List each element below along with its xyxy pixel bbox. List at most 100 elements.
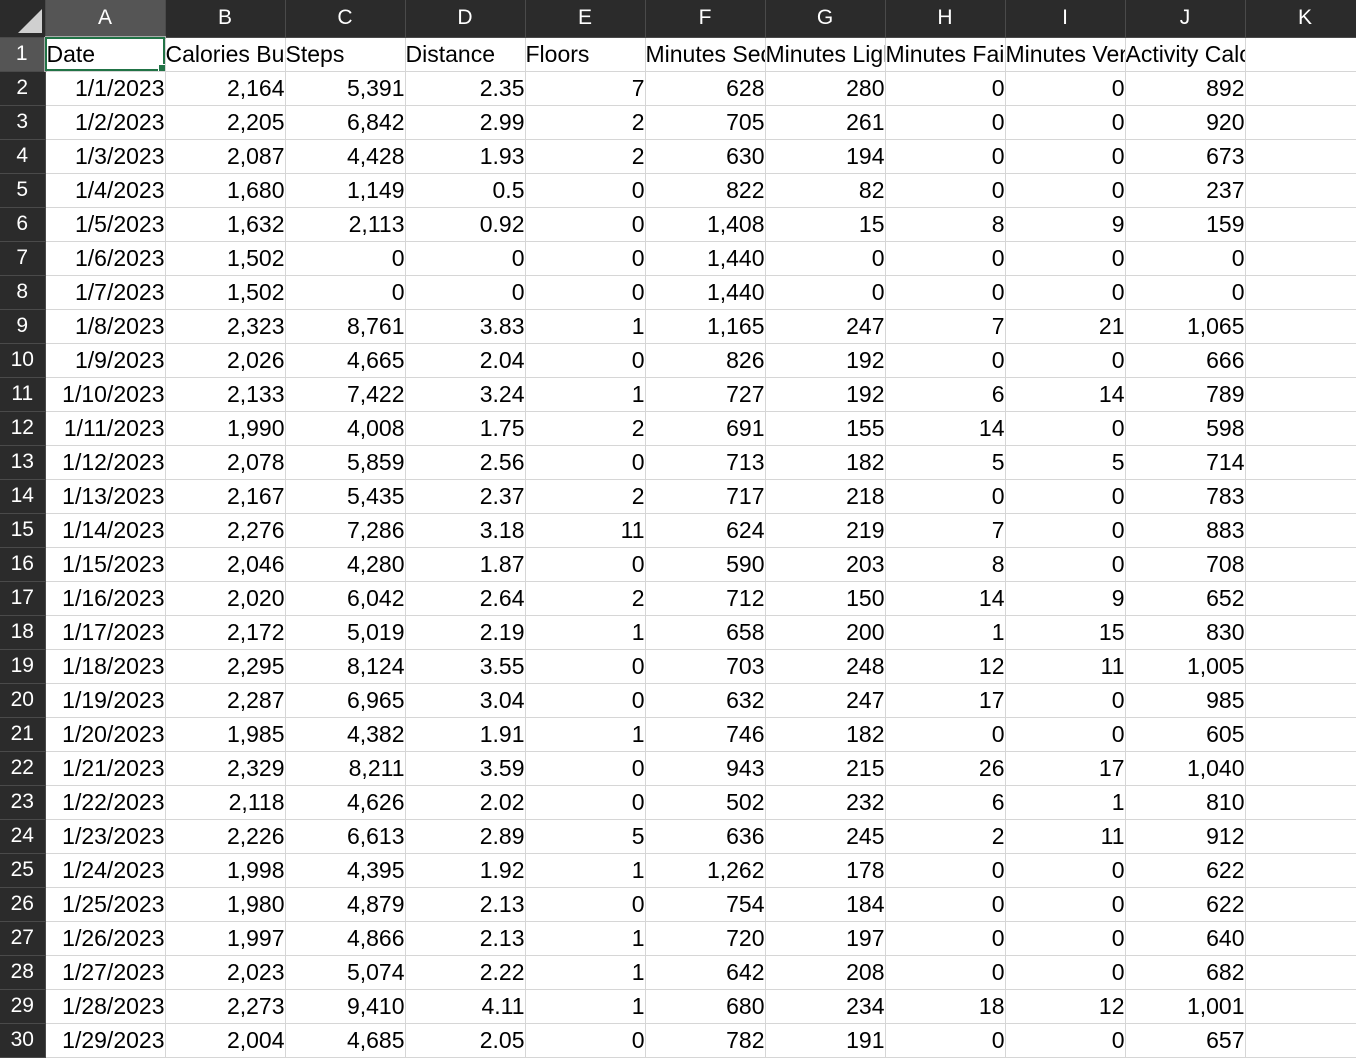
column-header-d[interactable]: D xyxy=(405,0,526,38)
cell-d27[interactable]: 2.13 xyxy=(405,921,526,956)
cell-g14[interactable]: 218 xyxy=(765,479,886,514)
cell-b20[interactable]: 2,287 xyxy=(165,683,286,718)
cell-e30[interactable]: 0 xyxy=(525,1023,646,1058)
cell-a30[interactable]: 1/29/2023 xyxy=(45,1023,166,1058)
cell-a18[interactable]: 1/17/2023 xyxy=(45,615,166,650)
cell-b3[interactable]: 2,205 xyxy=(165,105,286,140)
row-header-17[interactable]: 17 xyxy=(0,581,46,616)
cell-c16[interactable]: 4,280 xyxy=(285,547,406,582)
cell-e12[interactable]: 2 xyxy=(525,411,646,446)
cell-c21[interactable]: 4,382 xyxy=(285,717,406,752)
cell-i14[interactable]: 0 xyxy=(1005,479,1126,514)
cell-b10[interactable]: 2,026 xyxy=(165,343,286,378)
cell-c15[interactable]: 7,286 xyxy=(285,513,406,548)
cell-f14[interactable]: 717 xyxy=(645,479,766,514)
cell-g12[interactable]: 155 xyxy=(765,411,886,446)
cell-d24[interactable]: 2.89 xyxy=(405,819,526,854)
cell-f6[interactable]: 1,408 xyxy=(645,207,766,242)
cell-a3[interactable]: 1/2/2023 xyxy=(45,105,166,140)
cell-a25[interactable]: 1/24/2023 xyxy=(45,853,166,888)
cell-a19[interactable]: 1/18/2023 xyxy=(45,649,166,684)
cell-h3[interactable]: 0 xyxy=(885,105,1006,140)
cell-e23[interactable]: 0 xyxy=(525,785,646,820)
row-header-2[interactable]: 2 xyxy=(0,71,46,106)
cell-i19[interactable]: 11 xyxy=(1005,649,1126,684)
cell-g16[interactable]: 203 xyxy=(765,547,886,582)
cell-g10[interactable]: 192 xyxy=(765,343,886,378)
cell-i8[interactable]: 0 xyxy=(1005,275,1126,310)
row-header-24[interactable]: 24 xyxy=(0,819,46,854)
cell-k29[interactable] xyxy=(1245,989,1356,1024)
cell-g3[interactable]: 261 xyxy=(765,105,886,140)
cell-h1[interactable]: Minutes Fairly Active xyxy=(885,37,1006,72)
cell-f23[interactable]: 502 xyxy=(645,785,766,820)
cell-g27[interactable]: 197 xyxy=(765,921,886,956)
cell-d9[interactable]: 3.83 xyxy=(405,309,526,344)
cell-i12[interactable]: 0 xyxy=(1005,411,1126,446)
cell-j1[interactable]: Activity Calories xyxy=(1125,37,1246,72)
cell-a22[interactable]: 1/21/2023 xyxy=(45,751,166,786)
cell-k30[interactable] xyxy=(1245,1023,1356,1058)
cell-a12[interactable]: 1/11/2023 xyxy=(45,411,166,446)
row-header-15[interactable]: 15 xyxy=(0,513,46,548)
cell-e25[interactable]: 1 xyxy=(525,853,646,888)
cell-i7[interactable]: 0 xyxy=(1005,241,1126,276)
cell-e28[interactable]: 1 xyxy=(525,955,646,990)
cell-h5[interactable]: 0 xyxy=(885,173,1006,208)
cell-c12[interactable]: 4,008 xyxy=(285,411,406,446)
cell-b23[interactable]: 2,118 xyxy=(165,785,286,820)
cell-d16[interactable]: 1.87 xyxy=(405,547,526,582)
row-header-9[interactable]: 9 xyxy=(0,309,46,344)
cell-f8[interactable]: 1,440 xyxy=(645,275,766,310)
cell-c7[interactable]: 0 xyxy=(285,241,406,276)
cell-k25[interactable] xyxy=(1245,853,1356,888)
cell-h17[interactable]: 14 xyxy=(885,581,1006,616)
cell-a29[interactable]: 1/28/2023 xyxy=(45,989,166,1024)
cell-h22[interactable]: 26 xyxy=(885,751,1006,786)
cell-d13[interactable]: 2.56 xyxy=(405,445,526,480)
cell-e14[interactable]: 2 xyxy=(525,479,646,514)
row-header-18[interactable]: 18 xyxy=(0,615,46,650)
cell-k8[interactable] xyxy=(1245,275,1356,310)
cell-b16[interactable]: 2,046 xyxy=(165,547,286,582)
row-header-4[interactable]: 4 xyxy=(0,139,46,174)
cell-d28[interactable]: 2.22 xyxy=(405,955,526,990)
cell-i6[interactable]: 9 xyxy=(1005,207,1126,242)
cell-k7[interactable] xyxy=(1245,241,1356,276)
cell-g15[interactable]: 219 xyxy=(765,513,886,548)
row-header-12[interactable]: 12 xyxy=(0,411,46,446)
cell-c1[interactable]: Steps xyxy=(285,37,406,72)
cell-h4[interactable]: 0 xyxy=(885,139,1006,174)
cell-d26[interactable]: 2.13 xyxy=(405,887,526,922)
cell-j6[interactable]: 159 xyxy=(1125,207,1246,242)
cell-d1[interactable]: Distance xyxy=(405,37,526,72)
cell-i10[interactable]: 0 xyxy=(1005,343,1126,378)
cell-j30[interactable]: 657 xyxy=(1125,1023,1246,1058)
cell-g19[interactable]: 248 xyxy=(765,649,886,684)
cell-k13[interactable] xyxy=(1245,445,1356,480)
column-header-g[interactable]: G xyxy=(765,0,886,38)
cell-b6[interactable]: 1,632 xyxy=(165,207,286,242)
cell-k15[interactable] xyxy=(1245,513,1356,548)
cell-f17[interactable]: 712 xyxy=(645,581,766,616)
cell-b25[interactable]: 1,998 xyxy=(165,853,286,888)
column-header-f[interactable]: F xyxy=(645,0,766,38)
cell-j18[interactable]: 830 xyxy=(1125,615,1246,650)
cell-k5[interactable] xyxy=(1245,173,1356,208)
row-header-10[interactable]: 10 xyxy=(0,343,46,378)
cell-h10[interactable]: 0 xyxy=(885,343,1006,378)
cell-k22[interactable] xyxy=(1245,751,1356,786)
cell-b14[interactable]: 2,167 xyxy=(165,479,286,514)
cell-b22[interactable]: 2,329 xyxy=(165,751,286,786)
cell-a14[interactable]: 1/13/2023 xyxy=(45,479,166,514)
cell-j24[interactable]: 912 xyxy=(1125,819,1246,854)
cell-h27[interactable]: 0 xyxy=(885,921,1006,956)
cell-j16[interactable]: 708 xyxy=(1125,547,1246,582)
cell-h9[interactable]: 7 xyxy=(885,309,1006,344)
cell-a1[interactable]: Date xyxy=(45,37,166,72)
cell-j3[interactable]: 920 xyxy=(1125,105,1246,140)
cell-a27[interactable]: 1/26/2023 xyxy=(45,921,166,956)
cell-i5[interactable]: 0 xyxy=(1005,173,1126,208)
cell-g28[interactable]: 208 xyxy=(765,955,886,990)
cell-f10[interactable]: 826 xyxy=(645,343,766,378)
